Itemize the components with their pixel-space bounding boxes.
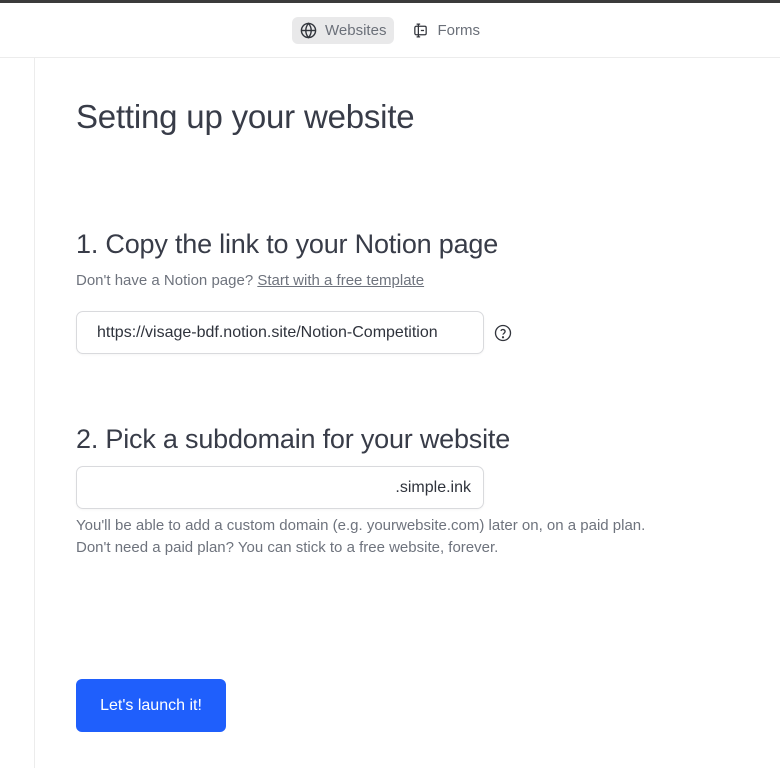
notion-url-input[interactable] (97, 312, 483, 353)
step1-title: 1. Copy the link to your Notion page (76, 229, 499, 259)
help-text-line-2: Don't need a paid plan? You can stick to… (76, 539, 499, 556)
form-field-icon (414, 22, 428, 38)
page-title: Setting up your website (76, 98, 415, 135)
tab-websites-label: Websites (325, 21, 387, 39)
tab-websites[interactable]: Websites (292, 16, 395, 44)
sidebar-divider (34, 58, 35, 768)
step1-subtext: Don't have a Notion page? Start with a f… (76, 272, 424, 289)
top-navigation: Websites Forms (0, 3, 780, 58)
notion-url-field[interactable] (76, 311, 484, 354)
domain-suffix: .simple.ink (395, 478, 471, 496)
help-icon[interactable] (494, 324, 512, 342)
subdomain-input[interactable] (97, 467, 396, 508)
launch-button[interactable]: Let's launch it! (76, 679, 226, 732)
subdomain-field[interactable]: .simple.ink (76, 466, 484, 509)
help-text-line-1: You'll be able to add a custom domain (e… (76, 517, 646, 534)
free-template-link[interactable]: Start with a free template (257, 272, 424, 289)
step2-title: 2. Pick a subdomain for your website (76, 424, 511, 454)
step1-subtext-prefix: Don't have a Notion page? (76, 272, 258, 289)
tab-forms[interactable]: Forms (404, 17, 488, 44)
tab-forms-label: Forms (437, 21, 480, 39)
subdomain-help-text: You'll be able to add a custom domain (e… (76, 515, 645, 559)
globe-icon (300, 21, 317, 39)
